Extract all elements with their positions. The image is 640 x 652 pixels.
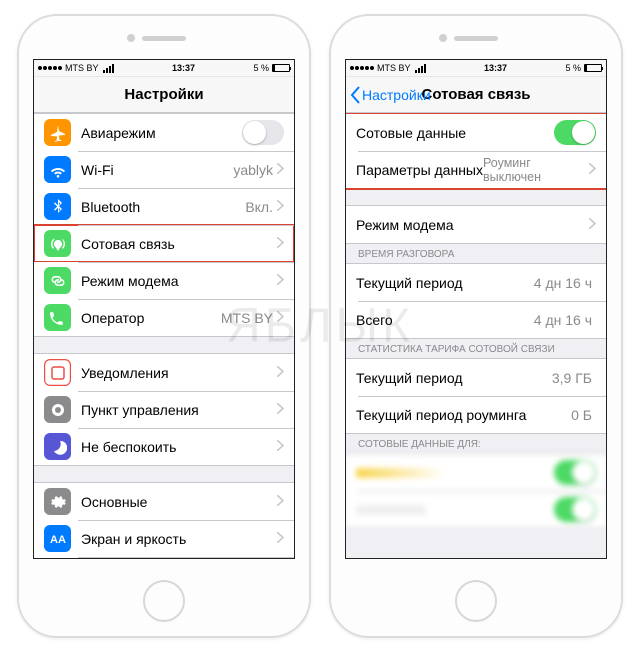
bluetooth-label: Bluetooth	[81, 199, 140, 215]
clock: 13:37	[426, 63, 566, 73]
row-wifi[interactable]: Wi-Fi yablyk	[34, 151, 294, 188]
battery-icon	[584, 64, 602, 72]
chevron-right-icon	[277, 309, 284, 327]
row-notifications[interactable]: Уведомления	[34, 354, 294, 391]
bluetooth-value: Вкл.	[245, 199, 273, 215]
carrier-label: MTS BY	[377, 63, 411, 73]
row-display[interactable]: Экран и яркость	[34, 520, 294, 557]
status-bar: MTS BY 13:37 5 %	[346, 60, 606, 77]
nav-bar: Настройки Сотовая связь	[346, 77, 606, 113]
wifi-value: yablyk	[233, 162, 273, 178]
chevron-right-icon	[277, 364, 284, 382]
data-options-label: Параметры данных	[356, 162, 483, 178]
row-stat-roaming: Текущий период роуминга 0 Б	[346, 396, 606, 433]
chevron-right-icon	[277, 401, 284, 419]
hotspot-label: Режим модема	[356, 217, 454, 233]
notifications-icon	[44, 359, 71, 386]
row-talk-current: Текущий период 4 дн 16 ч	[346, 264, 606, 301]
chevron-right-icon	[277, 438, 284, 456]
hotspot-label: Режим модема	[81, 273, 179, 289]
chevron-right-icon	[589, 161, 596, 179]
chevron-right-icon	[277, 235, 284, 253]
hotspot-icon	[44, 267, 71, 294]
home-button[interactable]	[143, 580, 185, 622]
battery-icon	[272, 64, 290, 72]
row-talk-total: Всего 4 дн 16 ч	[346, 301, 606, 338]
chevron-right-icon	[277, 272, 284, 290]
row-carrier[interactable]: Оператор MTS BY	[34, 299, 294, 336]
app-switch[interactable]	[554, 460, 596, 485]
status-bar: MTS BY 13:37 5 %	[34, 60, 294, 77]
phone-left: MTS BY 13:37 5 % Настройки Авиарежим	[17, 14, 311, 638]
general-icon	[44, 488, 71, 515]
dnd-icon	[44, 433, 71, 460]
cellular-data-switch[interactable]	[554, 120, 596, 145]
chevron-right-icon	[589, 216, 596, 234]
row-hotspot[interactable]: Режим модема	[34, 262, 294, 299]
general-label: Основные	[81, 494, 147, 510]
chevron-right-icon	[277, 493, 284, 511]
dnd-label: Не беспокоить	[81, 439, 176, 455]
carrier-label: MTS BY	[65, 63, 99, 73]
wifi-icon	[44, 156, 71, 183]
cellular-icon	[44, 230, 71, 257]
page-title: Сотовая связь	[421, 86, 530, 103]
notifications-label: Уведомления	[81, 365, 169, 381]
nav-bar: Настройки	[34, 77, 294, 113]
row-dnd[interactable]: Не беспокоить	[34, 428, 294, 465]
clock: 13:37	[114, 63, 254, 73]
screen-right: MTS BY 13:37 5 % Настройки Сотовая связь…	[345, 59, 607, 559]
battery-percent: 5 %	[253, 63, 269, 73]
data-options-value: Роуминг выключен	[483, 156, 585, 184]
section-header-apps: СОТОВЫЕ ДАННЫЕ ДЛЯ:	[346, 434, 606, 453]
row-stat-current: Текущий период 3,9 ГБ	[346, 359, 606, 396]
airplane-switch[interactable]	[242, 120, 284, 145]
row-general[interactable]: Основные	[34, 483, 294, 520]
cellular-data-label: Сотовые данные	[356, 125, 466, 141]
chevron-right-icon	[277, 530, 284, 548]
row-app[interactable]	[346, 454, 606, 491]
row-data-options[interactable]: Параметры данных Роуминг выключен	[346, 151, 606, 188]
airplane-icon	[44, 119, 71, 146]
row-cellular[interactable]: Сотовая связь	[34, 225, 294, 262]
row-wallpaper[interactable]: Обои	[34, 557, 294, 559]
airplane-label: Авиарежим	[81, 125, 156, 141]
section-header-stats: СТАТИСТИКА ТАРИФА СОТОВОЙ СВЯЗИ	[346, 339, 606, 358]
row-cellular-data[interactable]: Сотовые данные	[346, 114, 606, 151]
carrier-label: Оператор	[81, 310, 144, 326]
row-airplane[interactable]: Авиарежим	[34, 114, 294, 151]
row-bluetooth[interactable]: Bluetooth Вкл.	[34, 188, 294, 225]
section-header-talktime: ВРЕМЯ РАЗГОВОРА	[346, 244, 606, 263]
row-app[interactable]	[346, 491, 606, 528]
cellular-label: Сотовая связь	[81, 236, 175, 252]
wifi-icon	[103, 64, 114, 73]
page-title: Настройки	[124, 86, 203, 103]
chevron-left-icon	[350, 86, 362, 104]
back-button[interactable]: Настройки	[350, 86, 431, 104]
app-switch[interactable]	[554, 497, 596, 522]
control-center-icon	[44, 396, 71, 423]
wifi-label: Wi-Fi	[81, 162, 114, 178]
chevron-right-icon	[277, 198, 284, 216]
control-center-label: Пункт управления	[81, 402, 199, 418]
wifi-icon	[415, 64, 426, 73]
row-personal-hotspot[interactable]: Режим модема	[346, 206, 606, 243]
phone-right: MTS BY 13:37 5 % Настройки Сотовая связь…	[329, 14, 623, 638]
carrier-icon	[44, 304, 71, 331]
display-label: Экран и яркость	[81, 531, 186, 547]
back-label: Настройки	[362, 87, 431, 103]
bluetooth-icon	[44, 193, 71, 220]
display-icon	[44, 525, 71, 552]
carrier-value: MTS BY	[221, 310, 273, 326]
home-button[interactable]	[455, 580, 497, 622]
battery-percent: 5 %	[565, 63, 581, 73]
screen-left: MTS BY 13:37 5 % Настройки Авиарежим	[33, 59, 295, 559]
row-control-center[interactable]: Пункт управления	[34, 391, 294, 428]
chevron-right-icon	[277, 161, 284, 179]
